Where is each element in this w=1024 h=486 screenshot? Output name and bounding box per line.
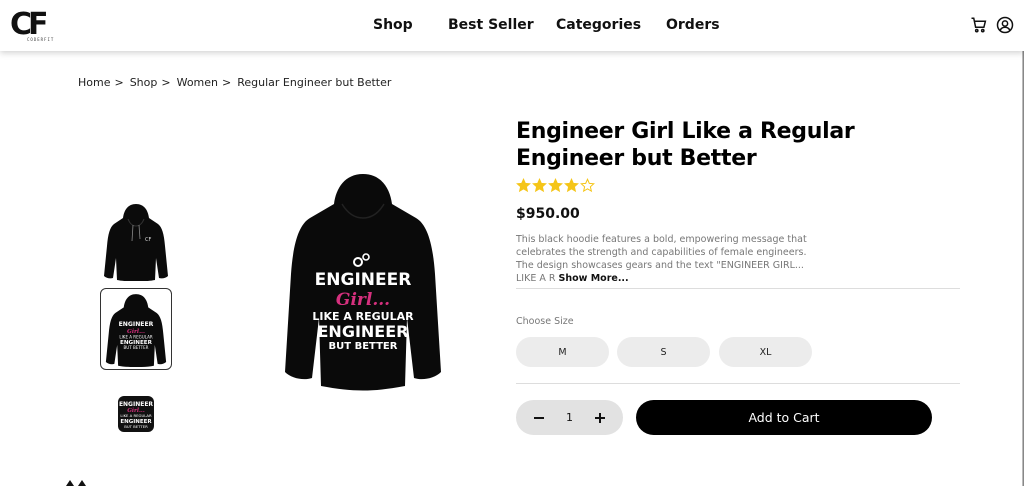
- product-title: Engineer Girl Like a Regular Engineer bu…: [516, 119, 855, 171]
- increase-quantity-button[interactable]: [593, 411, 607, 425]
- quantity-value: 1: [566, 411, 573, 424]
- size-option-m[interactable]: M: [516, 337, 609, 367]
- site-header: CF CODERFIT Shop Best Seller Categories …: [0, 0, 1024, 51]
- breadcrumb-home[interactable]: Home: [78, 76, 110, 89]
- design-line2: Girl...: [336, 290, 390, 310]
- design-line4: ENGINEER: [318, 322, 409, 341]
- breadcrumb-separator: >: [222, 76, 232, 89]
- thumb-design-line3: LIKE A REGULAR: [119, 334, 152, 339]
- choose-size-label: Choose Size: [516, 316, 574, 327]
- breadcrumb: Home > Shop > Women > Regular Engineer b…: [78, 76, 391, 89]
- thumbnail-front[interactable]: CF: [100, 200, 172, 282]
- thumb-design-line1: ENGINEER: [119, 321, 154, 328]
- header-icons: [970, 16, 1014, 34]
- hoodie-back-large-image: ENGINEER Girl... LIKE A REGULAR ENGINEER…: [285, 174, 441, 391]
- main-product-image: ENGINEER Girl... LIKE A REGULAR ENGINEER…: [262, 168, 464, 400]
- divider: [516, 383, 960, 384]
- size-option-s[interactable]: S: [617, 337, 710, 367]
- section-heading-fragment: [66, 480, 86, 486]
- minus-icon: [534, 416, 544, 419]
- divider: [516, 288, 960, 289]
- breadcrumb-current: Regular Engineer but Better: [237, 76, 392, 89]
- breadcrumb-separator: >: [114, 76, 124, 89]
- logo-subtext: CODERFIT: [27, 37, 55, 42]
- star-empty-icon: [580, 178, 595, 193]
- star-filled-icon: [516, 178, 531, 193]
- nav-best-seller[interactable]: Best Seller: [448, 17, 534, 33]
- sticker-design-line5: BUT BETTER: [124, 424, 148, 429]
- sticker-design-image: ENGINEER Girl... LIKE A REGULAR ENGINEER…: [118, 396, 154, 432]
- svg-text:CF: CF: [145, 237, 151, 243]
- product-description: This black hoodie features a bold, empow…: [516, 233, 816, 285]
- breadcrumb-shop[interactable]: Shop: [130, 76, 158, 89]
- breadcrumb-women[interactable]: Women: [177, 76, 218, 89]
- add-to-cart-button[interactable]: Add to Cart: [636, 400, 932, 435]
- account-icon[interactable]: [996, 16, 1014, 34]
- star-filled-icon: [532, 178, 547, 193]
- design-line1: ENGINEER: [315, 270, 412, 290]
- thumb-design-line5: BUT BETTER: [124, 345, 149, 350]
- size-option-xl[interactable]: XL: [719, 337, 812, 367]
- breadcrumb-separator: >: [161, 76, 171, 89]
- plus-icon: [595, 412, 605, 423]
- thumbnail-back[interactable]: ENGINEER Girl... LIKE A REGULAR ENGINEER…: [100, 288, 172, 370]
- nav-categories[interactable]: Categories: [556, 17, 641, 33]
- decrease-quantity-button[interactable]: [532, 411, 546, 425]
- thumbnail-sticker[interactable]: ENGINEER Girl... LIKE A REGULAR ENGINEER…: [100, 373, 172, 455]
- rating-stars: [516, 178, 595, 193]
- main-nav: Shop Best Seller Categories Orders: [0, 17, 1024, 37]
- nav-orders[interactable]: Orders: [666, 17, 720, 33]
- cart-icon[interactable]: [970, 16, 988, 34]
- nav-shop[interactable]: Shop: [373, 17, 413, 33]
- quantity-stepper: 1: [516, 400, 623, 435]
- show-more-link[interactable]: Show More...: [559, 273, 629, 284]
- product-price: $950.00: [516, 206, 580, 222]
- sticker-design-line3: LIKE A REGULAR: [120, 413, 152, 418]
- design-line5: BUT BETTER: [329, 341, 398, 352]
- star-filled-icon: [564, 178, 579, 193]
- star-filled-icon: [548, 178, 563, 193]
- sticker-design-line1: ENGINEER: [119, 401, 153, 408]
- hoodie-front-image: CF: [104, 204, 168, 281]
- hoodie-back-image: ENGINEER Girl... LIKE A REGULAR ENGINEER…: [105, 294, 167, 367]
